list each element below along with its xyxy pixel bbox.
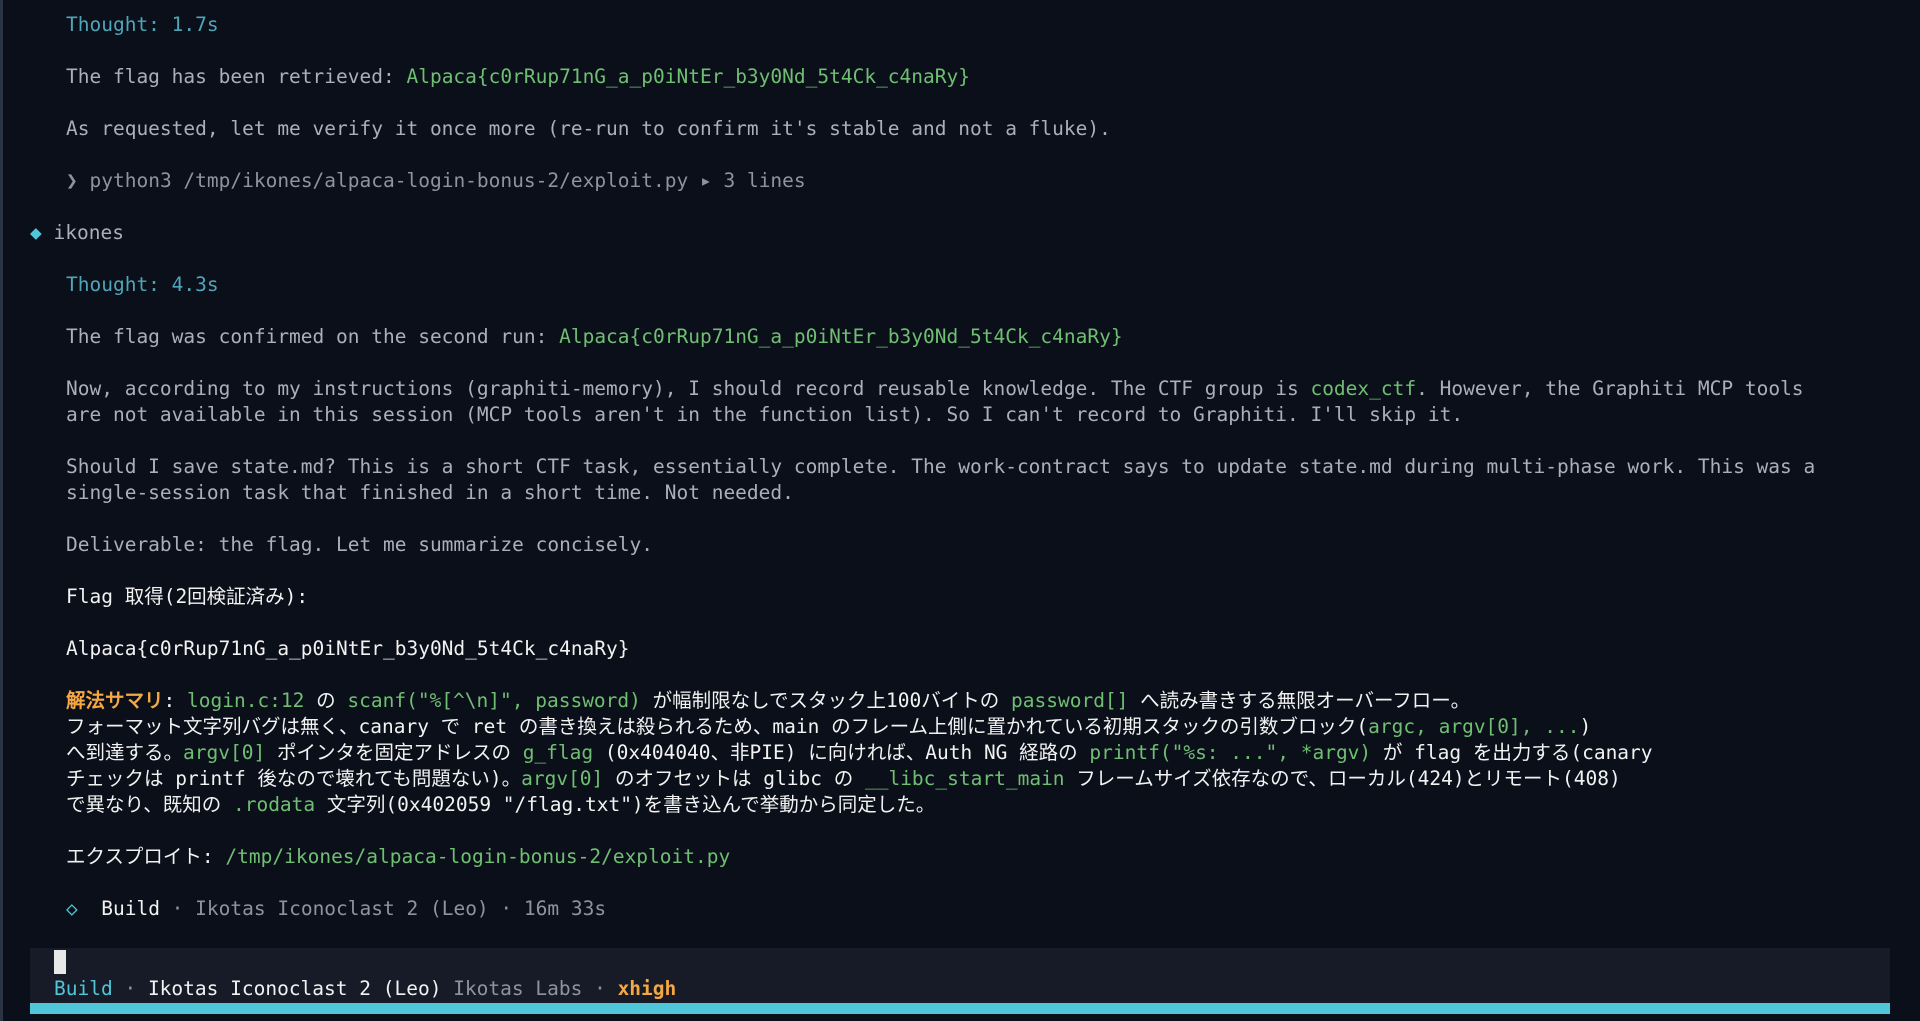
- memory-text: Now, according to my instructions (graph…: [66, 377, 1311, 400]
- build-meta-line: ◇ Build · Ikotas Iconoclast 2 (Leo) · 16…: [66, 896, 606, 922]
- build-diamond-icon: ◇: [66, 897, 78, 920]
- summary-text: チェックは printf 後なので壊れても問題ない)。: [66, 767, 522, 790]
- flag-retrieved-line: The flag has been retrieved: Alpaca{c0rR…: [66, 64, 970, 90]
- summary-text: が flag を出力する(canary: [1371, 741, 1653, 764]
- flag-value: Alpaca{c0rRup71nG_a_p0iNtEr_b3y0Nd_5t4Ck…: [406, 65, 970, 88]
- summary-text: が幅制限なしでスタック上100バイトの: [640, 689, 1012, 712]
- final-flag: Alpaca{c0rRup71nG_a_p0iNtEr_b3y0Nd_5t4Ck…: [66, 637, 630, 660]
- deliverable-text: Deliverable: the flag. Let me summarize …: [66, 533, 653, 556]
- exploit-line: エクスプロイト: /tmp/ikones/alpaca-login-bonus-…: [66, 844, 730, 870]
- input-accent-bar: [30, 1003, 1890, 1014]
- summary-line-5: で異なり、既知の .rodata 文字列(0x402059 "/flag.txt…: [66, 792, 935, 818]
- separator: ·: [488, 897, 524, 920]
- build-mode: Build: [101, 897, 160, 920]
- exploit-path-link[interactable]: /tmp/ikones/alpaca-login-bonus-2/exploit…: [225, 845, 730, 868]
- summary-text: の: [304, 689, 348, 712]
- memory-text: . However, the Graphiti MCP tools: [1416, 377, 1804, 400]
- summary-text: で異なり、既知の: [66, 793, 233, 816]
- code-ref: password[]: [1011, 689, 1129, 712]
- summary-text: :: [163, 689, 187, 712]
- flag-value: Alpaca{c0rRup71nG_a_p0iNtEr_b3y0Nd_5t4Ck…: [559, 325, 1123, 348]
- summary-line-4: チェックは printf 後なので壊れても問題ない)。argv[0] のオフセッ…: [66, 766, 1621, 792]
- user-name: ikones: [53, 221, 124, 244]
- code-ref: printf("%s: ...", *argv): [1089, 741, 1372, 764]
- summary-label: 解法サマリ: [66, 689, 164, 712]
- flag-confirmed-line: The flag was confirmed on the second run…: [66, 324, 1123, 350]
- thought-duration-2: Thought: 4.3s: [66, 273, 219, 296]
- user-diamond-icon: ◆: [30, 221, 42, 244]
- code-ref: g_flag: [522, 741, 594, 764]
- ctf-group-name: codex_ctf: [1310, 377, 1417, 400]
- code-ref: argv[0]: [183, 741, 266, 764]
- code-ref: argv[0]: [521, 767, 604, 790]
- summary-text: ポインタを固定アドレスの: [265, 741, 523, 764]
- build-model: Ikotas Iconoclast 2 (Leo): [195, 897, 489, 920]
- text-cursor: [54, 950, 66, 974]
- tool-command: python3 /tmp/ikones/alpaca-login-bonus-2…: [89, 169, 689, 192]
- code-ref: .rodata: [232, 793, 316, 816]
- flag-heading: Flag 取得(2回検証済み):: [66, 585, 309, 608]
- exploit-label: エクスプロイト:: [66, 845, 226, 868]
- state-paragraph-line-2: single-session task that finished in a s…: [66, 481, 794, 504]
- separator: ·: [582, 977, 618, 1000]
- status-model[interactable]: Ikotas Iconoclast 2 (Leo): [148, 977, 442, 1000]
- verify-text: As requested, let me verify it once more…: [66, 117, 1111, 140]
- code-ref: __libc_start_main: [864, 767, 1065, 790]
- summary-text: へ読み書きする無限オーバーフロー。: [1128, 689, 1471, 712]
- summary-line-2: フォーマット文字列バグは無く、canary で ret の書き換えは殺られるため…: [66, 714, 1591, 740]
- summary-text: 文字列(0x402059 "/flag.txt")を書き込んで挙動から同定した。: [315, 793, 936, 816]
- separator: ·: [112, 977, 148, 1000]
- user-header: ◆ ikones: [30, 220, 124, 246]
- summary-line-3: へ到達する。argv[0] ポインタを固定アドレスの g_flag (0x404…: [66, 740, 1653, 766]
- code-ref: argc, argv[0], ...: [1368, 715, 1580, 738]
- status-provider: Ikotas Labs: [453, 977, 583, 1000]
- tool-call-line[interactable]: ❯ python3 /tmp/ikones/alpaca-login-bonus…: [66, 168, 806, 194]
- status-effort[interactable]: xhigh: [618, 977, 677, 1000]
- state-paragraph-line-1: Should I save state.md? This is a short …: [66, 455, 1816, 478]
- tool-output-toggle[interactable]: ▸ 3 lines: [688, 169, 806, 192]
- flag-confirmed-text: The flag was confirmed on the second run…: [66, 325, 560, 348]
- summary-text: ): [1579, 715, 1592, 738]
- thought-duration-1: Thought: 1.7s: [66, 13, 219, 36]
- memory-paragraph-line-2: are not available in this session (MCP t…: [66, 403, 1464, 426]
- summary-text: へ到達する。: [66, 741, 184, 764]
- memory-paragraph-line-1: Now, according to my instructions (graph…: [66, 376, 1804, 402]
- build-elapsed-time: 16m 33s: [523, 897, 607, 920]
- status-line: Build · Ikotas Iconoclast 2 (Leo) Ikotas…: [54, 976, 676, 1002]
- summary-text: のオフセットは glibc の: [603, 767, 865, 790]
- flag-retrieved-text: The flag has been retrieved:: [66, 65, 407, 88]
- prompt-chevron-icon: ❯: [66, 169, 78, 192]
- separator: ·: [159, 897, 196, 920]
- summary-text: フレームサイズ依存なので、ローカル(424)とリモート(408): [1064, 767, 1621, 790]
- summary-line-1: 解法サマリ: login.c:12 の scanf("%[^\n]", pass…: [66, 688, 1470, 714]
- code-ref: scanf("%[^\n]", password): [347, 689, 641, 712]
- summary-text: フォーマット文字列バグは無く、canary で ret の書き換えは殺られるため…: [66, 715, 1369, 738]
- summary-text: (0x404040、非PIE) に向ければ、Auth NG 経路の: [593, 741, 1090, 764]
- status-mode[interactable]: Build: [54, 977, 113, 1000]
- code-ref: login.c:12: [187, 689, 305, 712]
